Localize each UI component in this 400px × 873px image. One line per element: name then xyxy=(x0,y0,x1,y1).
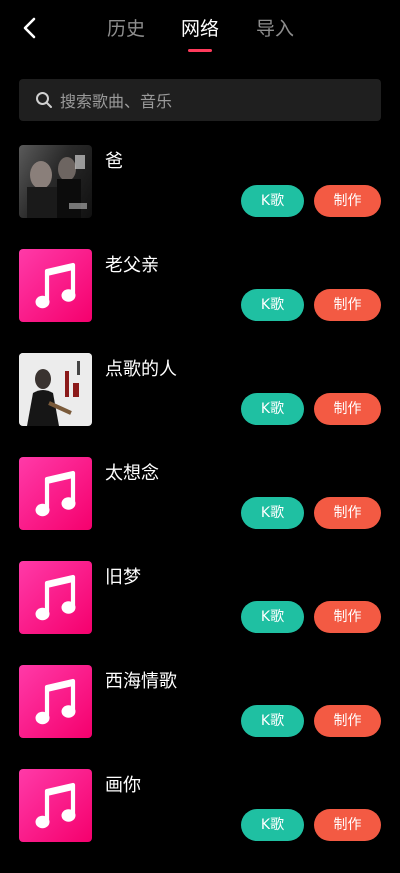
album-cover xyxy=(19,145,92,218)
song-title: 爸 xyxy=(105,151,123,172)
make-button[interactable]: 制作 xyxy=(314,393,381,425)
album-cover xyxy=(19,665,92,738)
make-button[interactable]: 制作 xyxy=(314,809,381,841)
list-item[interactable]: 爸 K歌 制作 xyxy=(0,145,400,249)
make-button[interactable]: 制作 xyxy=(314,185,381,217)
music-note-icon xyxy=(35,678,75,724)
album-cover xyxy=(19,769,92,842)
list-item[interactable]: 太想念 K歌 制作 xyxy=(0,457,400,561)
album-cover xyxy=(19,561,92,634)
song-title: 西海情歌 xyxy=(105,671,177,692)
make-button[interactable]: 制作 xyxy=(314,705,381,737)
song-title: 点歌的人 xyxy=(105,359,177,380)
album-cover xyxy=(19,353,92,426)
make-button[interactable]: 制作 xyxy=(314,289,381,321)
album-cover xyxy=(19,457,92,530)
list-item[interactable]: 点歌的人 K歌 制作 xyxy=(0,353,400,457)
karaoke-button[interactable]: K歌 xyxy=(241,185,304,217)
karaoke-button[interactable]: K歌 xyxy=(241,289,304,321)
list-item[interactable]: 画你 K歌 制作 xyxy=(0,769,400,873)
album-photo-icon xyxy=(19,353,92,426)
music-note-icon xyxy=(35,262,75,308)
music-note-icon xyxy=(35,782,75,828)
make-button[interactable]: 制作 xyxy=(314,497,381,529)
song-title: 旧梦 xyxy=(105,567,141,588)
list-item[interactable]: 西海情歌 K歌 制作 xyxy=(0,665,400,769)
album-cover xyxy=(19,249,92,322)
karaoke-button[interactable]: K歌 xyxy=(241,809,304,841)
list-item[interactable]: 旧梦 K歌 制作 xyxy=(0,561,400,665)
karaoke-button[interactable]: K歌 xyxy=(241,705,304,737)
song-list: 爸 K歌 制作 老父亲 K歌 制作 点歌的人 K歌 制作 太想念 K歌 制作 旧… xyxy=(0,0,400,850)
album-photo-icon xyxy=(27,155,87,218)
song-title: 画你 xyxy=(105,775,141,796)
karaoke-button[interactable]: K歌 xyxy=(241,601,304,633)
list-item[interactable]: 老父亲 K歌 制作 xyxy=(0,249,400,353)
song-title: 老父亲 xyxy=(105,255,159,276)
music-note-icon xyxy=(35,574,75,620)
song-title: 太想念 xyxy=(105,463,159,484)
make-button[interactable]: 制作 xyxy=(314,601,381,633)
karaoke-button[interactable]: K歌 xyxy=(241,393,304,425)
music-note-icon xyxy=(35,470,75,516)
karaoke-button[interactable]: K歌 xyxy=(241,497,304,529)
